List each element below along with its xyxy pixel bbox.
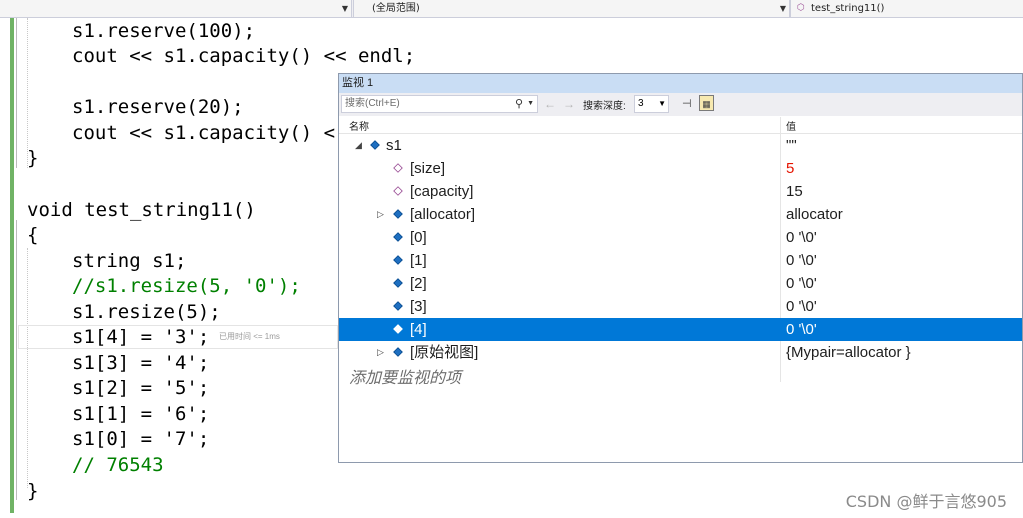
variable-icon [393,347,403,357]
watermark: CSDN @鲜于言悠905 [845,492,1007,511]
view-toggle-icon[interactable]: ▦ [699,95,714,111]
name-column-header[interactable]: 名称 [349,118,369,133]
scope-label: (全局范围) [372,3,420,14]
chevron-down-icon: ▼ [658,99,666,108]
forward-arrow-icon[interactable]: → [563,96,575,112]
watch-row[interactable]: [size] 5 [339,157,1022,180]
code-line[interactable]: cout << s1.capacity() < [72,120,335,146]
variable-icon [393,278,403,288]
variable-icon [393,209,403,219]
pin-icon[interactable]: ⊣ [682,96,692,112]
expand-icon[interactable]: ▷ [377,341,384,364]
watch-window[interactable]: 监视 1 搜索(Ctrl+E) ⚲ ▼ ← → 搜索深度: 3 ▼ ⊣ ▦ 名称… [338,73,1023,463]
watch-row[interactable]: [1] 0 '\0' [339,249,1022,272]
back-arrow-icon[interactable]: ← [544,96,556,112]
code-line[interactable]: } [27,478,38,504]
code-line[interactable]: string s1; [72,248,186,274]
watch-row[interactable]: [0] 0 '\0' [339,226,1022,249]
watch-toolbar: 搜索(Ctrl+E) ⚲ ▼ ← → 搜索深度: 3 ▼ ⊣ ▦ [339,93,1022,116]
change-tracking-bar [10,18,14,513]
watch-row[interactable]: ▷ [allocator] allocator [339,203,1022,226]
column-headers: 名称 值 [339,117,1022,134]
code-line[interactable]: s1[2] = '5'; [72,375,209,401]
search-depth-select[interactable]: 3 ▼ [634,95,669,113]
elapsed-time-hint: 已用时间 <= 1ms [219,332,280,341]
property-icon [393,163,403,173]
fold-line [16,18,17,168]
watch-row[interactable]: [capacity] 15 [339,180,1022,203]
search-input[interactable]: 搜索(Ctrl+E) ⚲ ▼ [341,95,538,113]
variable-icon [370,140,380,150]
code-line[interactable]: s1[1] = '6'; [72,401,209,427]
add-watch-item[interactable]: 添加要监视的项 [349,364,461,388]
code-line[interactable]: s1[4] = '3'; [72,324,209,350]
chevron-down-icon[interactable]: ▼ [527,96,534,112]
function-label: test_string11() [811,3,885,14]
fold-line [16,220,17,500]
method-icon: ⬡ [797,3,805,13]
chevron-down-icon: ▼ [341,4,348,13]
watch-row[interactable]: [2] 0 '\0' [339,272,1022,295]
value-column-header[interactable]: 值 [786,118,796,133]
chevron-down-icon: ▼ [779,4,786,13]
code-line[interactable]: s1[3] = '4'; [72,350,209,376]
watch-row[interactable]: ▷ [原始视图] {Mypair=allocator } [339,341,1022,364]
code-line[interactable]: s1.reserve(20); [72,94,244,120]
watch-row-selected[interactable]: [4] 0 '\0' [339,318,1022,341]
watch-title[interactable]: 监视 1 [339,74,1022,93]
editor-gutter [0,18,10,518]
function-dropdown[interactable]: ⬡ test_string11() [790,0,1023,17]
watch-row[interactable]: [3] 0 '\0' [339,295,1022,318]
code-line[interactable]: void test_string11() [27,197,256,223]
variable-icon [393,324,403,334]
collapse-icon[interactable]: ◢ [355,134,362,157]
code-line[interactable]: { [27,222,38,248]
indent-guide [27,248,28,488]
search-depth-label: 搜索深度: [583,101,626,112]
code-line[interactable]: s1.resize(5); [72,299,221,325]
code-line[interactable]: } [27,145,38,171]
comment-line[interactable]: //s1.resize(5, '0'); [72,273,301,299]
watch-row[interactable]: ◢ s1 "" [339,134,1022,157]
code-line[interactable]: s1.reserve(100); [72,18,255,44]
navigation-bar: ▼ (全局范围) ▼ ⬡ test_string11() [0,0,1023,18]
code-line[interactable]: s1[0] = '7'; [72,426,209,452]
code-line[interactable]: cout << s1.capacity() << endl; [72,43,415,69]
search-icon[interactable]: ⚲ [515,96,523,112]
variable-icon [393,232,403,242]
variable-icon [393,255,403,265]
expand-icon[interactable]: ▷ [377,203,384,226]
property-icon [393,186,403,196]
comment-line[interactable]: // 76543 [72,452,164,478]
scope-dropdown[interactable]: (全局范围) ▼ [353,0,790,17]
project-dropdown[interactable]: ▼ [0,0,352,17]
variable-icon [393,301,403,311]
